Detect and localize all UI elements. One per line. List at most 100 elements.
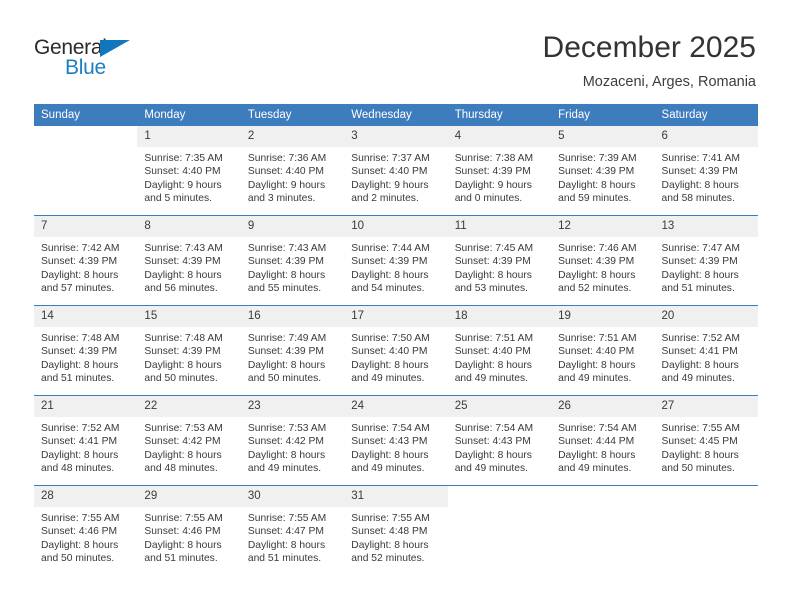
day-detail-line: and 50 minutes.	[41, 553, 115, 565]
day-number: 20	[654, 306, 758, 327]
day-detail-line: Sunrise: 7:55 AM	[661, 423, 740, 434]
calendar-day-cell[interactable]: 19 Sunrise: 7:51 AM Sunset: 4:40 PM Dayligh…	[551, 305, 655, 396]
day-cell-inner: 9 Sunrise: 7:43 AM Sunset: 4:39 PM Daylight…	[240, 216, 345, 305]
day-detail-line: Daylight: 8 hours	[661, 359, 739, 371]
day-detail-line: Sunset: 4:40 PM	[247, 166, 324, 178]
calendar-day-cell[interactable]: 8 Sunrise: 7:43 AM Sunset: 4:39 PM Daylight…	[137, 215, 241, 306]
day-cell-inner: 25 Sunrise: 7:54 AM Sunset: 4:43 PM Dayligh…	[447, 396, 552, 485]
weekday-header-thursday: Thursday	[447, 104, 552, 126]
day-number: 25	[447, 396, 552, 417]
day-cell-inner: 24 Sunrise: 7:54 AM Sunset: 4:43 PM Dayligh…	[344, 396, 448, 485]
calendar-day-cell[interactable]: 24 Sunrise: 7:54 AM Sunset: 4:43 PM Dayligh…	[344, 395, 448, 486]
calendar-day-cell[interactable]: 28 Sunrise: 7:55 AM Sunset: 4:46 PM Dayligh…	[34, 486, 138, 576]
day-detail-line: and 55 minutes.	[247, 283, 322, 295]
calendar-day-cell[interactable]: 5 Sunrise: 7:39 AM Sunset: 4:39 PM Daylight…	[551, 126, 655, 216]
calendar-day-cell[interactable]: 13 Sunrise: 7:47 AM Sunset: 4:39 PM Dayligh…	[654, 215, 758, 306]
calendar-day-cell[interactable]: 30 Sunrise: 7:55 AM Sunset: 4:47 PM Dayligh…	[240, 486, 345, 576]
calendar-day-cell[interactable]: 23 Sunrise: 7:53 AM Sunset: 4:42 PM Dayligh…	[240, 395, 345, 486]
day-detail-line: Sunrise: 7:51 AM	[454, 333, 534, 344]
calendar-day-cell[interactable]: 18 Sunrise: 7:51 AM Sunset: 4:40 PM Dayligh…	[447, 305, 552, 396]
calendar-week-row: 14 Sunrise: 7:48 AM Sunset: 4:39 PM Dayligh…	[34, 305, 758, 396]
calendar-day-cell[interactable]: 12 Sunrise: 7:46 AM Sunset: 4:39 PM Dayligh…	[551, 215, 655, 306]
day-number: 28	[34, 486, 138, 507]
day-number: 11	[447, 216, 552, 237]
day-detail-line: and 5 minutes.	[144, 193, 212, 205]
day-detail-line: Daylight: 8 hours	[661, 449, 739, 461]
day-sun-details: Sunrise: 7:48 AM Sunset: 4:39 PM Daylight:…	[137, 327, 240, 386]
day-detail-line: and 53 minutes.	[454, 283, 528, 295]
calendar-day-cell[interactable]: 17 Sunrise: 7:50 AM Sunset: 4:40 PM Dayligh…	[344, 305, 448, 396]
day-detail-line: Sunset: 4:42 PM	[247, 436, 324, 448]
weekday-header-saturday: Saturday	[654, 104, 758, 126]
calendar-day-cell[interactable]: 20 Sunrise: 7:52 AM Sunset: 4:41 PM Dayligh…	[654, 305, 758, 396]
calendar-day-cell[interactable]: 21 Sunrise: 7:52 AM Sunset: 4:41 PM Dayligh…	[34, 395, 138, 486]
day-cell-inner: 1 Sunrise: 7:35 AM Sunset: 4:40 PM Daylight…	[137, 126, 241, 215]
day-detail-line: and 3 minutes.	[247, 193, 316, 205]
day-sun-details: Sunrise: 7:43 AM Sunset: 4:39 PM Daylight:…	[241, 237, 344, 296]
day-sun-details: Sunrise: 7:49 AM Sunset: 4:39 PM Daylight:…	[241, 327, 344, 386]
month-calendar-table: Sunday Monday Tuesday Wednesday Thursday…	[34, 104, 758, 575]
logo-triangle-icon	[100, 40, 130, 57]
day-detail-line: and 50 minutes.	[247, 373, 322, 385]
day-sun-details: Sunrise: 7:52 AM Sunset: 4:41 PM Daylight:…	[34, 417, 137, 476]
day-number: 27	[654, 396, 758, 417]
calendar-day-cell[interactable]: 16 Sunrise: 7:49 AM Sunset: 4:39 PM Dayligh…	[240, 305, 345, 396]
day-detail-line: and 49 minutes.	[351, 463, 425, 475]
day-sun-details: Sunrise: 7:42 AM Sunset: 4:39 PM Daylight:…	[34, 237, 137, 296]
calendar-day-cell[interactable]: 3 Sunrise: 7:37 AM Sunset: 4:40 PM Daylight…	[344, 126, 448, 216]
calendar-day-cell[interactable]: 7 Sunrise: 7:42 AM Sunset: 4:39 PM Daylight…	[34, 215, 138, 306]
day-cell-inner: 23 Sunrise: 7:53 AM Sunset: 4:42 PM Dayligh…	[240, 396, 345, 485]
calendar-day-cell[interactable]: 9 Sunrise: 7:43 AM Sunset: 4:39 PM Daylight…	[240, 215, 345, 306]
day-cell-inner	[34, 126, 137, 215]
day-detail-line: Sunset: 4:39 PM	[661, 256, 738, 268]
day-detail-line: Daylight: 8 hours	[41, 449, 119, 461]
day-cell-inner: 6 Sunrise: 7:41 AM Sunset: 4:39 PM Daylight…	[654, 126, 758, 215]
day-detail-line: Daylight: 9 hours	[351, 179, 429, 191]
day-cell-inner	[551, 486, 654, 575]
calendar-day-cell[interactable]: 27 Sunrise: 7:55 AM Sunset: 4:45 PM Dayligh…	[654, 395, 758, 486]
calendar-day-cell[interactable]: 25 Sunrise: 7:54 AM Sunset: 4:43 PM Dayligh…	[447, 395, 552, 486]
day-detail-line: Sunrise: 7:48 AM	[144, 333, 223, 344]
day-detail-line: and 49 minutes.	[661, 373, 735, 385]
calendar-day-cell[interactable]: 29 Sunrise: 7:55 AM Sunset: 4:46 PM Dayligh…	[137, 486, 241, 576]
page-subtitle: Mozaceni, Arges, Romania	[582, 74, 756, 90]
day-number: 9	[240, 216, 345, 237]
day-detail-line: Sunrise: 7:43 AM	[144, 243, 223, 254]
calendar-day-cell[interactable]: 4 Sunrise: 7:38 AM Sunset: 4:39 PM Daylight…	[447, 126, 552, 216]
day-number: 8	[137, 216, 241, 237]
calendar-day-cell[interactable]: 14 Sunrise: 7:48 AM Sunset: 4:39 PM Dayligh…	[34, 305, 138, 396]
calendar-day-cell[interactable]: 6 Sunrise: 7:41 AM Sunset: 4:39 PM Daylight…	[654, 126, 758, 216]
day-detail-line: and 50 minutes.	[661, 463, 735, 475]
day-sun-details: Sunrise: 7:36 AM Sunset: 4:40 PM Daylight:…	[241, 147, 344, 206]
day-detail-line: Daylight: 8 hours	[351, 539, 429, 551]
calendar-empty-cell	[34, 126, 138, 216]
day-number: 13	[654, 216, 758, 237]
day-detail-line: Sunrise: 7:35 AM	[144, 153, 223, 164]
calendar-day-cell[interactable]: 2 Sunrise: 7:36 AM Sunset: 4:40 PM Daylight…	[240, 126, 345, 216]
day-detail-line: and 2 minutes.	[351, 193, 419, 205]
calendar-day-cell[interactable]: 10 Sunrise: 7:44 AM Sunset: 4:39 PM Dayligh…	[344, 215, 448, 306]
day-detail-line: and 0 minutes.	[454, 193, 523, 205]
day-detail-line: Sunset: 4:41 PM	[41, 436, 118, 448]
calendar-day-cell[interactable]: 31 Sunrise: 7:55 AM Sunset: 4:48 PM Dayligh…	[344, 486, 448, 576]
day-sun-details: Sunrise: 7:46 AM Sunset: 4:39 PM Daylight:…	[551, 237, 654, 296]
day-cell-inner: 2 Sunrise: 7:36 AM Sunset: 4:40 PM Daylight…	[240, 126, 345, 215]
day-detail-line: Daylight: 9 hours	[247, 179, 326, 191]
day-detail-line: Daylight: 8 hours	[247, 269, 326, 281]
calendar-day-cell[interactable]: 15 Sunrise: 7:48 AM Sunset: 4:39 PM Dayligh…	[137, 305, 241, 396]
calendar-day-cell[interactable]: 11 Sunrise: 7:45 AM Sunset: 4:39 PM Dayligh…	[447, 215, 552, 306]
day-detail-line: and 52 minutes.	[558, 283, 632, 295]
day-cell-inner: 19 Sunrise: 7:51 AM Sunset: 4:40 PM Dayligh…	[551, 306, 655, 395]
calendar-day-cell[interactable]: 1 Sunrise: 7:35 AM Sunset: 4:40 PM Daylight…	[137, 126, 241, 216]
day-detail-line: and 49 minutes.	[454, 463, 528, 475]
weekday-header-row: Sunday Monday Tuesday Wednesday Thursday…	[34, 104, 758, 126]
calendar-day-cell[interactable]: 26 Sunrise: 7:54 AM Sunset: 4:44 PM Dayligh…	[551, 395, 655, 486]
day-sun-details: Sunrise: 7:37 AM Sunset: 4:40 PM Daylight:…	[344, 147, 447, 206]
weekday-header-wednesday: Wednesday	[344, 104, 448, 126]
day-number: 18	[447, 306, 552, 327]
day-sun-details: Sunrise: 7:53 AM Sunset: 4:42 PM Daylight:…	[137, 417, 240, 476]
day-cell-inner: 29 Sunrise: 7:55 AM Sunset: 4:46 PM Dayligh…	[137, 486, 241, 575]
day-sun-details: Sunrise: 7:55 AM Sunset: 4:46 PM Daylight:…	[137, 507, 240, 566]
day-cell-inner: 3 Sunrise: 7:37 AM Sunset: 4:40 PM Daylight…	[344, 126, 448, 215]
calendar-day-cell[interactable]: 22 Sunrise: 7:53 AM Sunset: 4:42 PM Dayligh…	[137, 395, 241, 486]
